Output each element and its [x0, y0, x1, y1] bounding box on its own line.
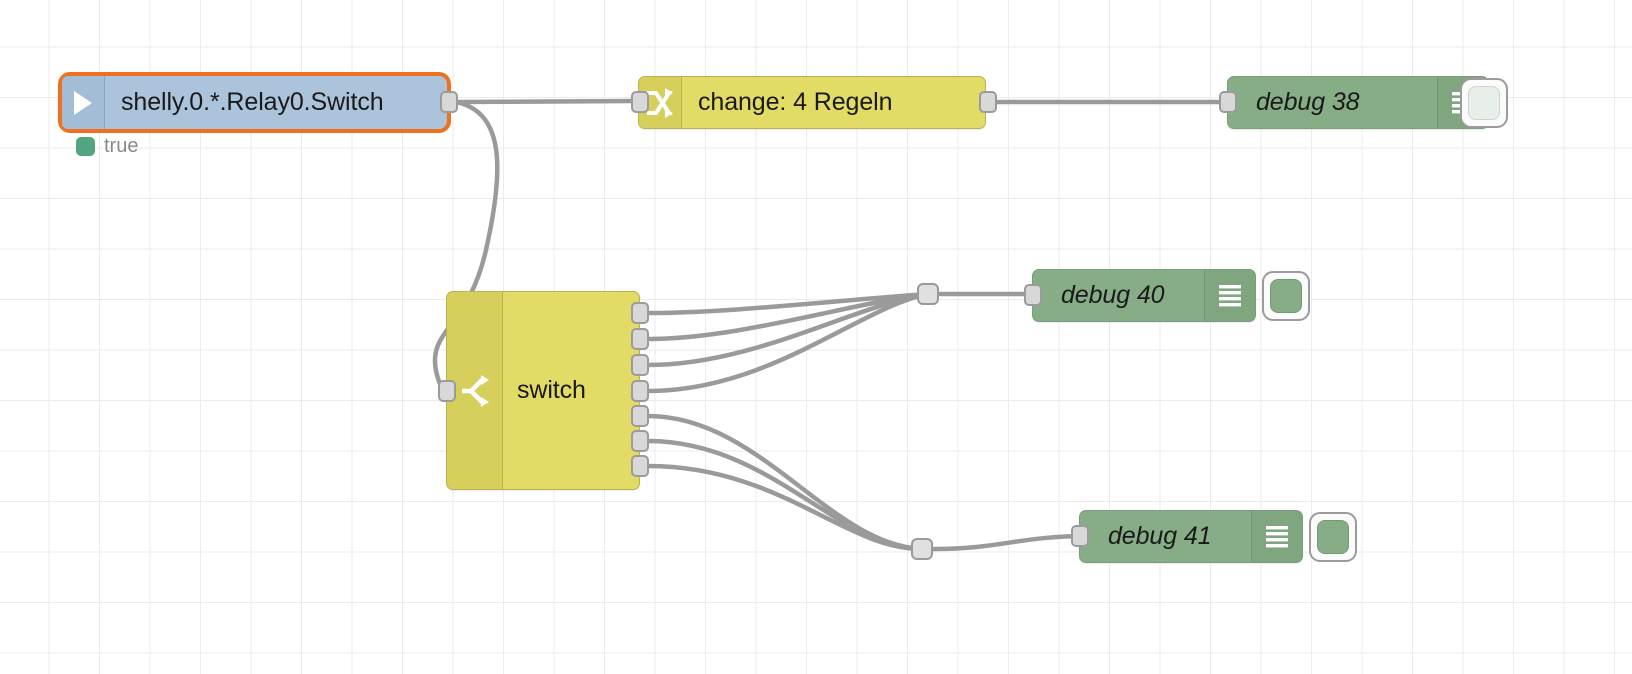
wire-switch-out4-to-junction40 [645, 291, 931, 394]
port-switch-output-1[interactable] [631, 302, 649, 324]
port-switch-input[interactable] [438, 380, 456, 402]
status-dot [76, 137, 95, 156]
wire-switch-out6-to-junction41 [645, 438, 925, 552]
port-change-output[interactable] [979, 91, 997, 113]
wire-switch-out2-to-junction40 [645, 291, 931, 342]
node-inject-status: true [76, 135, 138, 158]
wire-switch-out1-to-junction40 [645, 291, 931, 316]
node-change-label: change: 4 Regeln [698, 88, 893, 116]
junction-debug40[interactable] [917, 283, 939, 305]
node-switch[interactable]: switch [446, 291, 640, 490]
toggle-knob [1317, 520, 1349, 554]
wire-switch-out5-to-junction41 [645, 413, 925, 552]
flow-canvas[interactable]: shelly.0.*.Relay0.Switch true change: 4 … [0, 0, 1632, 674]
port-debug40-input[interactable] [1024, 284, 1042, 306]
debug38-enable-toggle[interactable] [1460, 78, 1508, 128]
toggle-knob [1468, 86, 1500, 120]
node-switch-label: switch [517, 376, 586, 404]
hamburger-icon [1204, 270, 1255, 321]
wire-inject-to-change [453, 98, 649, 105]
status-text: true [104, 135, 139, 157]
node-debug41[interactable]: debug 41 [1079, 510, 1303, 563]
port-switch-output-7[interactable] [631, 455, 649, 477]
port-switch-output-3[interactable] [631, 354, 649, 376]
hamburger-icon [1251, 511, 1302, 562]
port-inject-output[interactable] [440, 91, 458, 113]
port-switch-output-2[interactable] [631, 328, 649, 350]
port-switch-output-6[interactable] [631, 430, 649, 452]
node-debug41-label: debug 41 [1108, 522, 1212, 550]
arrow-right-icon [62, 76, 105, 129]
node-debug38-label: debug 38 [1256, 88, 1360, 116]
wire-switch-out3-to-junction40 [645, 291, 931, 368]
port-debug41-input[interactable] [1071, 525, 1089, 547]
node-debug40[interactable]: debug 40 [1032, 269, 1256, 322]
wire-junction41-to-debug41 [931, 533, 1091, 552]
junction-debug41[interactable] [911, 538, 933, 560]
toggle-knob [1270, 279, 1302, 313]
node-change[interactable]: change: 4 Regeln [638, 76, 986, 129]
wire-switch-out7-to-junction41 [645, 463, 925, 552]
port-switch-output-5[interactable] [631, 405, 649, 427]
debug40-enable-toggle[interactable] [1262, 271, 1310, 321]
node-debug40-label: debug 40 [1061, 281, 1165, 309]
node-inject-label: shelly.0.*.Relay0.Switch [121, 88, 384, 116]
node-debug38[interactable]: debug 38 [1227, 76, 1489, 129]
port-debug38-input[interactable] [1219, 91, 1237, 113]
node-inject[interactable]: shelly.0.*.Relay0.Switch [62, 76, 447, 129]
debug41-enable-toggle[interactable] [1309, 512, 1357, 562]
port-switch-output-4[interactable] [631, 380, 649, 402]
port-change-input[interactable] [631, 91, 649, 113]
